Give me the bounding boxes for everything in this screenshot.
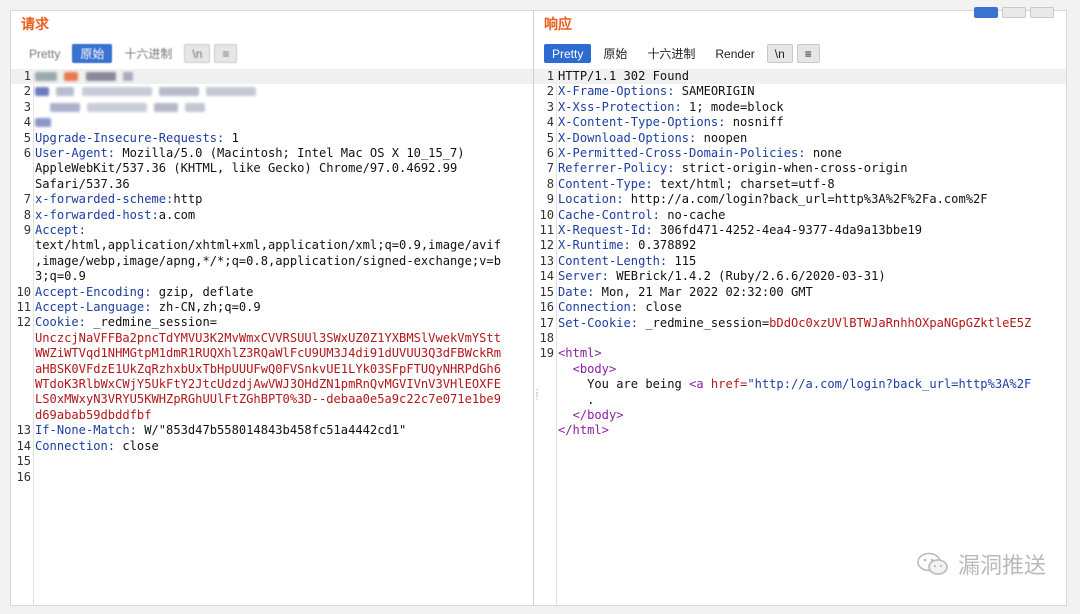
response-line: 13 Content-Length: 115 [539,253,697,268]
response-tab-hex[interactable]: 十六进制 [639,44,703,63]
request-line: 1 [11,69,533,85]
layout-tabs-icon[interactable] [1030,7,1054,18]
response-line: 17 Set-Cookie: _redmine_session=bDdOc0xzU… [539,315,1032,330]
request-menu-icon[interactable]: ≡ [214,43,238,63]
response-line-wrap: . [587,392,595,407]
response-line: 18 [539,330,554,345]
response-newline-toggle[interactable]: \n [766,43,793,63]
response-line: 12 X-Runtime: 0.378892 [539,238,697,253]
response-line: 16 Connection: close [539,300,682,315]
response-line: 19 <html> [539,346,602,361]
response-line: 14 Server: WEBrick/1.4.2 (Ruby/2.6.6/2020… [539,269,886,284]
layout-vertical-icon[interactable] [1002,7,1026,18]
request-line: 11 Accept-Language: zh-CN,zh;q=0.9 [16,300,261,315]
response-editor[interactable]: 1 HTTP/1.1 302 Found 2 X-Frame-Options: SA… [534,69,1066,439]
request-editor[interactable]: 1 2 3 4 5 Upgrade-Insecure-Requests: 1 6U… [11,69,533,485]
response-toolbar: Pretty 原始 十六进制 Render \n ≡ [544,43,824,63]
request-line-wrap: ,image/webp,image/apng,*/*;q=0.8,applica… [35,253,501,268]
response-line: 15 Date: Mon, 21 Mar 2022 02:32:00 GMT [539,284,813,299]
request-line: 14 Connection: close [16,438,159,453]
response-line: 10 Cache-Control: no-cache [539,207,726,222]
burp-message-editor: 请求 Pretty 原始 十六进制 \n ≡ 1 2 3 4 5 Upgrade-… [10,7,1067,606]
request-line: 16 [16,469,31,484]
request-title: 请求 [21,16,49,32]
response-title: 响应 [544,16,572,32]
response-line: 6 X-Permitted-Cross-Domain-Policies: none [546,146,842,161]
request-line-wrap: UnczcjNaVFFBa2pncTdYMVU3K2MvWmxCVVRSUUl3… [35,330,501,345]
request-line: 7 x-forwarded-scheme:http [23,192,203,207]
request-line: 12 Cookie: _redmine_session= [16,315,218,330]
wechat-logo-icon [917,552,948,575]
request-line-wrap: AppleWebKit/537.36 (KHTML, like Gecko) C… [35,161,458,176]
response-line-wrap: <body> [572,361,617,376]
request-line-wrap: WTdoK3RlbWxCWjY5UkFtY2JtcUdzdjAwVWJ3OHdZ… [35,377,501,392]
request-pane: 请求 Pretty 原始 十六进制 \n ≡ 1 2 3 4 5 Upgrade-… [11,11,534,605]
request-line: 13 If-None-Match: W/"853d47b558014843b458… [16,423,407,438]
request-tab-raw[interactable]: 原始 [72,43,113,63]
request-line-wrap: text/html,application/xhtml+xml,applicat… [35,238,501,253]
response-line-wrap: You are being <a href="http://a.com/logi… [587,377,1032,392]
request-tab-hex[interactable]: 十六进制 [116,44,180,63]
request-line: 4 [11,115,533,130]
request-toolbar: Pretty 原始 十六进制 \n ≡ [21,43,241,63]
response-line: 5 X-Download-Options: noopen [546,130,748,145]
response-line: 8 Content-Type: text/html; charset=utf-8 [546,176,835,191]
request-line-wrap: Safari/537.36 [35,176,130,191]
request-line-wrap: aHBSK0VFdzE1UkZqRzhxbUxTbHpUUUFwQ0FVSnkv… [35,361,501,376]
request-line: 10 Accept-Encoding: gzip, deflate [16,284,254,299]
response-line: 3 X-Xss-Protection: 1; mode=block [546,99,784,114]
watermark-text: 漏洞推送 [957,554,1046,579]
request-line-wrap: LS0xMWxyN3VRYU5KWHZpRGhUUlFtZGhBPT0%3D--… [35,392,501,407]
response-line-wrap: </html> [558,423,609,438]
response-line: 7 Referrer-Policy: strict-origin-when-cro… [546,161,908,176]
request-line-wrap: WWZiWTVqd1NHMGtpM1dmR1RUQXhlZ3RQaWlFcU9U… [35,346,501,361]
layout-toggle-group [974,7,1054,18]
response-line: 1 HTTP/1.1 302 Found [534,69,1066,85]
request-line: 8 x-forwarded-host:a.com [23,207,196,222]
response-line: 9 Location: http://a.com/login?back_url=h… [546,192,988,207]
response-line: 2 X-Frame-Options: SAMEORIGIN [546,84,755,99]
layout-side-by-side-icon[interactable] [974,7,998,18]
request-line-wrap: 3;q=0.9 [35,269,86,284]
request-line-wrap: d69abab59dbddfbf [35,407,152,422]
wechat-watermark: 漏洞推送 [916,548,1046,580]
request-line: 9 Accept: [23,223,86,237]
response-pane: 响应 Pretty 原始 十六进制 Render \n ≡ 1 HTTP/1.1 … [534,7,1066,605]
response-line: 4 X-Content-Type-Options: nosniff [546,115,784,130]
request-line: 3 [11,100,533,115]
request-line: 15 [16,454,31,469]
response-tab-pretty[interactable]: Pretty [544,43,592,63]
response-line-wrap: </body> [572,407,624,422]
response-tab-raw[interactable]: 原始 [595,44,635,63]
request-tab-pretty[interactable]: Pretty [21,44,68,63]
request-line: 6 User-Agent: Mozilla/5.0 (Macintosh; Int… [23,145,465,160]
request-line: 5 Upgrade-Insecure-Requests: 1 [23,130,239,145]
response-line: 11 X-Request-Id: 306fd471-4252-4ea4-9377-… [539,223,923,238]
request-newline-toggle[interactable]: \n [184,43,211,63]
response-menu-icon[interactable]: ≡ [796,43,820,63]
request-line: 2 [11,84,533,99]
response-tab-render[interactable]: Render [707,44,762,63]
